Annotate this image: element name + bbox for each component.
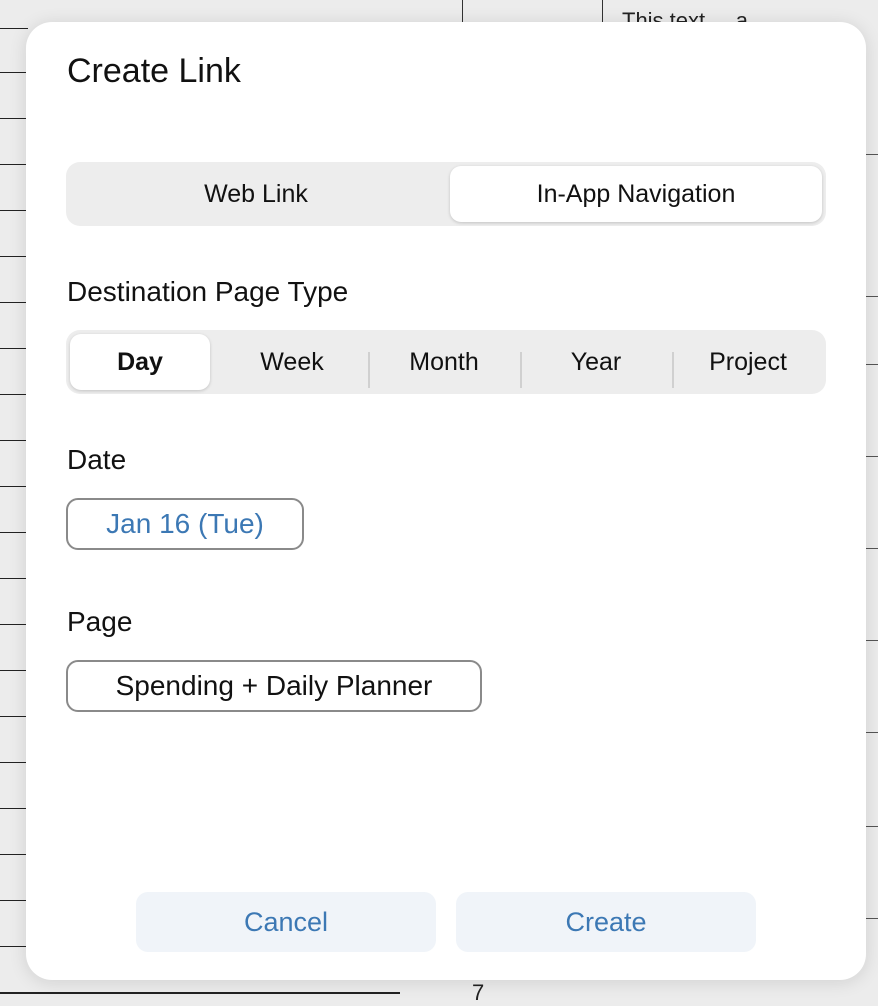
ruled-line (864, 296, 878, 297)
page-picker-button[interactable]: Spending + Daily Planner (66, 660, 482, 712)
ruled-line (0, 440, 28, 441)
column-divider (602, 0, 603, 22)
page-type-year[interactable]: Year (522, 334, 670, 390)
ruled-line (0, 992, 400, 994)
ruled-line (864, 918, 878, 919)
ruled-line (0, 164, 28, 165)
ruled-line (0, 28, 28, 29)
ruled-line (864, 548, 878, 549)
page-type-project[interactable]: Project (674, 334, 822, 390)
create-button[interactable]: Create (456, 892, 756, 952)
ruled-line (864, 364, 878, 365)
ruled-line (0, 486, 28, 487)
ruled-line (0, 256, 28, 257)
tab-in-app-navigation[interactable]: In-App Navigation (450, 166, 822, 222)
ruled-line (0, 716, 28, 717)
ruled-line (864, 456, 878, 457)
dialog-title: Create Link (67, 52, 241, 90)
ruled-line (0, 532, 28, 533)
cancel-button[interactable]: Cancel (136, 892, 436, 952)
page-type-day[interactable]: Day (70, 334, 210, 390)
tab-web-link[interactable]: Web Link (70, 166, 442, 222)
column-divider (462, 0, 463, 22)
ruled-line (0, 670, 28, 671)
ruled-line (0, 348, 28, 349)
page-type-week[interactable]: Week (218, 334, 366, 390)
page-type-segmented-control: Day Week Month Year Project (66, 330, 826, 394)
ruled-line (0, 854, 28, 855)
destination-page-type-label: Destination Page Type (67, 276, 349, 307)
ruled-line (0, 624, 28, 625)
link-type-segmented-control: Web Link In-App Navigation (66, 162, 826, 226)
ruled-line (0, 578, 28, 579)
ruled-line (0, 808, 28, 809)
ruled-line (0, 762, 28, 763)
date-picker-button[interactable]: Jan 16 (Tue) (66, 498, 304, 550)
ruled-line (0, 118, 28, 119)
ruled-line (864, 154, 878, 155)
ruled-line (0, 900, 28, 901)
page-label: Page (67, 606, 133, 637)
ruled-line (0, 210, 28, 211)
ruled-line (0, 394, 28, 395)
page-type-month[interactable]: Month (370, 334, 518, 390)
ruled-line (864, 732, 878, 733)
ruled-line (0, 946, 28, 947)
ruled-line (864, 640, 878, 641)
ruled-line (864, 826, 878, 827)
page-number: 7 (472, 980, 485, 1005)
date-label: Date (67, 444, 127, 475)
create-link-dialog: Create Link Web Link In-App Navigation D… (26, 22, 866, 980)
ruled-line (0, 72, 28, 73)
ruled-line (0, 302, 28, 303)
